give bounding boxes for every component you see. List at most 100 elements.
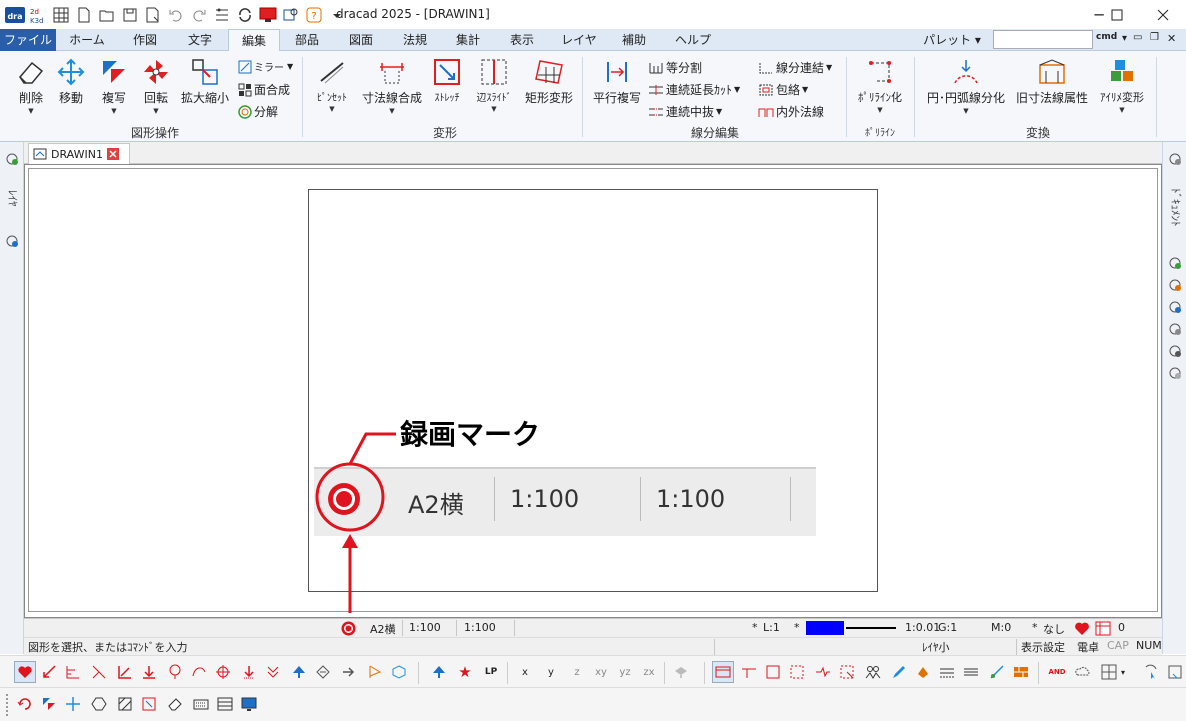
snap-down-double-icon[interactable]	[262, 661, 284, 683]
snap-yz-button[interactable]: yz	[614, 661, 636, 683]
select-people-icon[interactable]	[862, 661, 884, 683]
document-tab-drawin1[interactable]: DRAWIN1	[28, 143, 130, 164]
snap-3d-gray-icon[interactable]	[670, 661, 692, 683]
cmd-icon[interactable]: cmd	[1096, 32, 1117, 42]
maximize-button[interactable]	[1094, 0, 1140, 29]
palette-menu[interactable]: パレット ▾	[922, 29, 982, 51]
equal-div-button[interactable]: 等分割	[648, 59, 702, 76]
palette-pin-icon[interactable]	[1166, 150, 1184, 168]
select-dashed-rect-icon[interactable]	[786, 661, 808, 683]
tb-copy-icon[interactable]	[38, 693, 60, 715]
pin-icon-a[interactable]	[1166, 254, 1184, 272]
status-paper-size[interactable]: A2横	[370, 621, 396, 637]
save-as-icon[interactable]	[142, 4, 164, 26]
help-icon[interactable]: ?	[303, 4, 325, 26]
status-color-swatch[interactable]	[806, 621, 844, 635]
refresh-icon[interactable]	[234, 4, 256, 26]
status-scale-2[interactable]: 1:100	[464, 621, 496, 634]
status-mode[interactable]: M:0	[991, 621, 1011, 634]
wrap-button[interactable]: 包絡 ▼	[758, 81, 808, 98]
pin-icon-c[interactable]	[1166, 298, 1184, 316]
snap-arrow-right-icon[interactable]	[338, 661, 360, 683]
open-folder-icon[interactable]	[96, 4, 118, 26]
heart-icon[interactable]	[1074, 621, 1090, 636]
toolbar-dropdown-icon[interactable]: ▾	[1116, 661, 1130, 683]
tb-rotate-icon[interactable]	[14, 693, 36, 715]
record-indicator-icon[interactable]	[341, 621, 356, 636]
select-lines-icon[interactable]	[936, 661, 958, 683]
pin-icon-d[interactable]	[1166, 320, 1184, 338]
copy-button[interactable]: 複写 ▼	[97, 57, 131, 115]
delete-button[interactable]: 削除 ▼	[14, 57, 48, 115]
snap-tangent-icon[interactable]	[188, 661, 210, 683]
menu-sum[interactable]: 集計	[443, 29, 493, 51]
display-settings-button[interactable]: 表示設定	[1021, 639, 1065, 655]
new-file-icon[interactable]	[73, 4, 95, 26]
explode-button[interactable]: 分解	[238, 103, 278, 120]
rect-transform-button[interactable]: 矩形変形	[522, 57, 576, 106]
grid-icon[interactable]	[50, 4, 72, 26]
snap-x-button[interactable]: x	[514, 661, 536, 683]
snap-perpendicular-icon[interactable]	[114, 661, 136, 683]
select-mode-icon[interactable]	[712, 661, 734, 683]
menu-view[interactable]: 表示	[497, 29, 547, 51]
menu-help[interactable]: ヘルプ	[666, 29, 720, 51]
menu-draw[interactable]: 作図	[120, 29, 170, 51]
item-transform-button[interactable]: ｱｲﾘﾒ変形 ▼	[1094, 57, 1150, 114]
pin-icon-b[interactable]	[1166, 276, 1184, 294]
snap-z-button[interactable]: z	[566, 661, 588, 683]
tb-hexagon-icon[interactable]	[88, 693, 110, 715]
tb-eraser-icon[interactable]	[164, 693, 186, 715]
tb-monitor-icon[interactable]	[238, 693, 260, 715]
menu-layer[interactable]: レイヤ	[554, 29, 604, 51]
tb-table-icon[interactable]	[214, 693, 236, 715]
grid-red-icon[interactable]	[1095, 621, 1111, 636]
move-button[interactable]: 移動	[54, 57, 88, 106]
parallel-copy-button[interactable]: 平行複写	[590, 57, 644, 106]
properties-icon[interactable]	[211, 4, 233, 26]
menu-law[interactable]: 法規	[390, 29, 440, 51]
tb-keyboard-icon[interactable]	[190, 693, 212, 715]
select-equal-icon[interactable]	[960, 661, 982, 683]
tb-rect-hatch-icon[interactable]	[114, 693, 136, 715]
polyline-button[interactable]: ﾎﾟﾘﾗｲﾝ化 ▼	[852, 57, 908, 114]
tb-move-icon[interactable]	[62, 693, 84, 715]
zoom-window-icon[interactable]	[280, 4, 302, 26]
menu-file[interactable]: ファイル	[0, 29, 56, 51]
status-none[interactable]: なし	[1043, 621, 1065, 637]
snap-endpoint-icon[interactable]	[38, 661, 60, 683]
snap-lp-icon[interactable]: LP	[480, 661, 502, 683]
select-line-icon[interactable]	[738, 661, 760, 683]
close-button[interactable]	[1140, 0, 1186, 29]
select-fill-icon[interactable]	[912, 661, 934, 683]
menu-home[interactable]: ホーム	[62, 29, 112, 51]
old-dim-button[interactable]: 旧寸法線属性	[1013, 57, 1091, 106]
snap-3d-box-icon[interactable]	[388, 661, 410, 683]
snap-heart-icon[interactable]	[14, 661, 36, 683]
inout-normal-button[interactable]: 内外法線	[758, 103, 824, 120]
dim-merge-button[interactable]: 寸法線合成 ▼	[360, 57, 424, 115]
redo-icon[interactable]	[188, 4, 210, 26]
tb-stretch-icon[interactable]	[138, 693, 160, 715]
layer-tab[interactable]: ﾚｲﾔ	[2, 172, 22, 224]
status-ratio[interactable]: 1:0.01	[905, 621, 940, 634]
snap-center-icon[interactable]	[164, 661, 186, 683]
pinset-button[interactable]: ﾋﾟﾝｾｯﾄ ▼	[309, 57, 355, 113]
snap-diamond-icon[interactable]	[312, 661, 334, 683]
palette-pin-icon[interactable]	[3, 150, 21, 168]
seg-connect-button[interactable]: 線分連結 ▼	[758, 59, 832, 76]
menu-parts[interactable]: 部品	[282, 29, 332, 51]
undo-icon[interactable]	[165, 4, 187, 26]
snap-star-icon[interactable]: ★	[454, 661, 476, 683]
select-check-icon[interactable]	[986, 661, 1008, 683]
snap-xy-button[interactable]: xy	[590, 661, 612, 683]
snap-intersection-icon[interactable]	[88, 661, 110, 683]
snap-midpoint-icon[interactable]	[62, 661, 84, 683]
ribbon-restore-icon[interactable]: ❐	[1150, 32, 1162, 46]
and-select-button[interactable]: AND	[1046, 661, 1068, 683]
status-layer[interactable]: L:1	[763, 621, 780, 634]
snap-quadrant-icon[interactable]	[212, 661, 234, 683]
select-pencil-icon[interactable]	[888, 661, 910, 683]
snap-spade-blue-icon[interactable]	[428, 661, 450, 683]
pin-icon-e[interactable]	[1166, 342, 1184, 360]
